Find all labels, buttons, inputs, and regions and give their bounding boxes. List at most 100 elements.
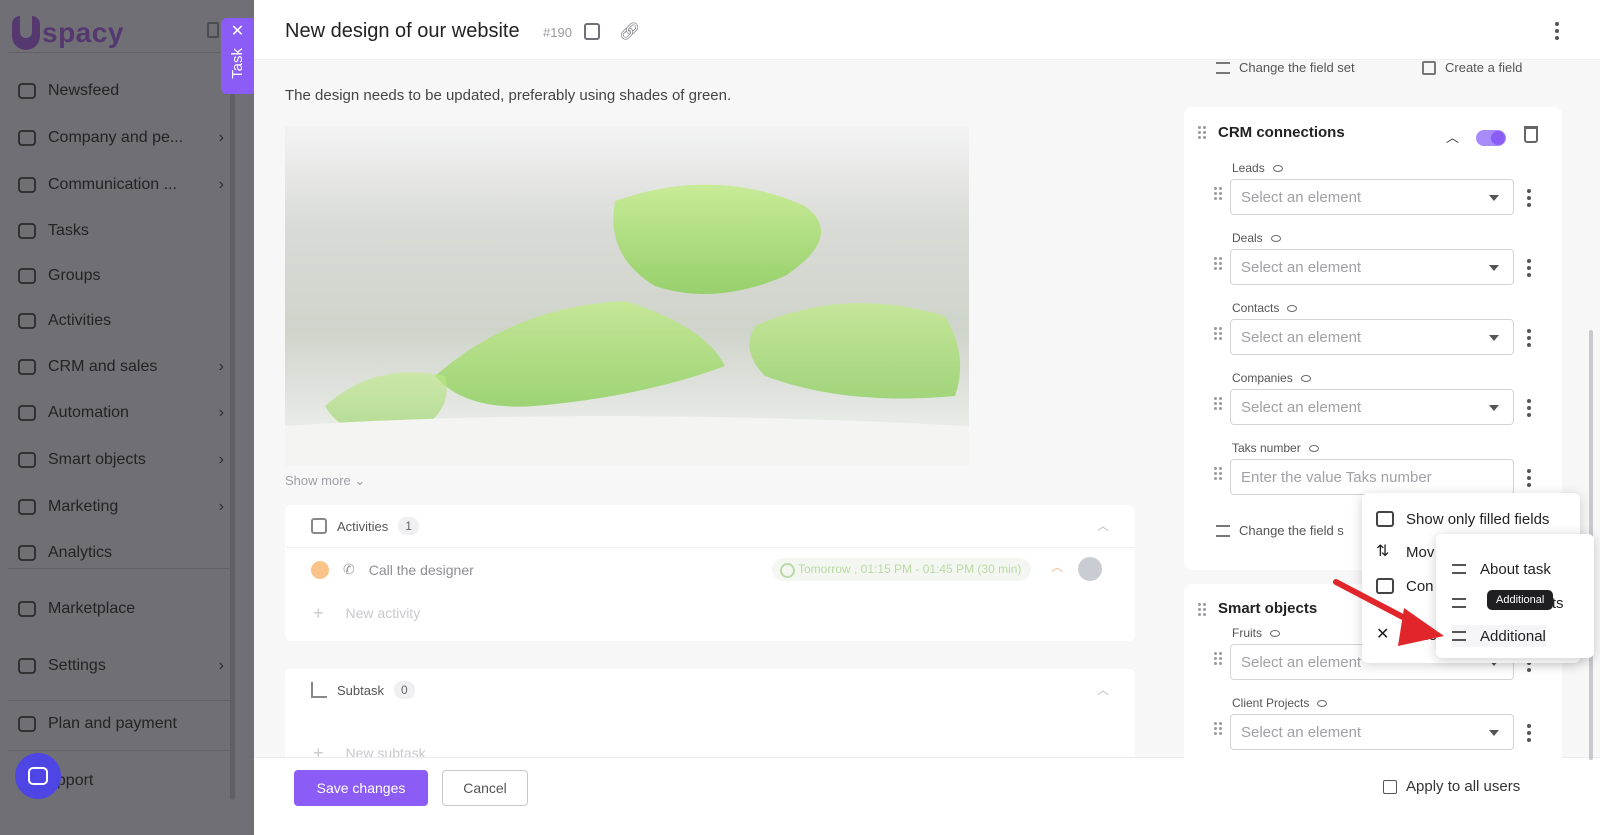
- sidebar-item-communication[interactable]: Communication ... ›: [16, 167, 224, 203]
- sidebar-item-groups[interactable]: Groups: [16, 258, 224, 294]
- sidebar-item-marketing[interactable]: Marketing ›: [16, 489, 224, 525]
- chat-support-button[interactable]: [15, 753, 61, 799]
- task-title[interactable]: New design of our website: [285, 20, 520, 43]
- sidebar-item-label: upport: [48, 772, 94, 789]
- change-field-set-link[interactable]: Change the field set: [1216, 60, 1355, 75]
- activity-status-icon[interactable]: [311, 560, 329, 579]
- placeholder-text: Select an element: [1241, 399, 1362, 416]
- drag-handle-icon[interactable]: [1214, 652, 1224, 666]
- sidebar-item-automation[interactable]: Automation ›: [16, 395, 224, 431]
- create-field-link[interactable]: Create a field: [1422, 60, 1522, 75]
- sidebar-divider: [8, 568, 230, 569]
- section-icon: [1452, 631, 1466, 641]
- field-more-icon[interactable]: [1526, 724, 1532, 742]
- eye-icon[interactable]: [1308, 445, 1319, 453]
- select-dropdown[interactable]: Select an element: [1230, 179, 1514, 215]
- sidebar-item-tasks[interactable]: Tasks: [16, 213, 224, 249]
- copy-icon[interactable]: [584, 23, 600, 40]
- subtask-header[interactable]: Subtask 0 ︿: [285, 669, 1135, 711]
- select-dropdown[interactable]: Select an element: [1230, 249, 1514, 285]
- field-more-icon[interactable]: [1526, 329, 1532, 347]
- avatar[interactable]: [1078, 557, 1102, 581]
- new-activity-row[interactable]: + New activity: [285, 591, 1135, 635]
- eye-icon[interactable]: [1287, 305, 1298, 313]
- drag-handle-icon[interactable]: [1214, 467, 1224, 481]
- text-input[interactable]: Enter the value Taks number: [1230, 459, 1514, 495]
- drag-handle-icon[interactable]: [1198, 603, 1208, 617]
- field-more-icon[interactable]: [1526, 469, 1532, 487]
- drag-handle-icon[interactable]: [1214, 187, 1224, 201]
- sidebar-item-label: Automation: [48, 404, 129, 421]
- move-item[interactable]: ⇅ Mov: [1376, 540, 1434, 564]
- select-dropdown[interactable]: Select an element: [1230, 389, 1514, 425]
- field-more-icon[interactable]: [1526, 399, 1532, 417]
- drag-handle-icon[interactable]: [1198, 126, 1208, 140]
- sidebar-item-activities[interactable]: Activities: [16, 303, 224, 339]
- drag-handle-icon[interactable]: [1214, 722, 1224, 736]
- drag-handle-icon[interactable]: [1214, 327, 1224, 341]
- sidebar-scrollbar[interactable]: [230, 70, 235, 800]
- sidebar-item-crm-and-sales[interactable]: CRM and sales ›: [16, 349, 224, 385]
- sidebar-item-settings[interactable]: Settings ›: [16, 648, 224, 684]
- tooltip: Additional: [1487, 590, 1554, 610]
- activity-row[interactable]: ✆ Call the designer Tomorrow , 01:15 PM …: [285, 547, 1135, 591]
- crm-toggle[interactable]: [1476, 130, 1506, 146]
- select-dropdown[interactable]: Select an element: [1230, 714, 1514, 750]
- eye-icon[interactable]: [1270, 235, 1281, 243]
- sidebar-item-marketplace[interactable]: Marketplace: [16, 591, 224, 627]
- task-side-tab[interactable]: ✕ Task: [221, 18, 254, 94]
- change-field-set-trunc-label: Change the field s: [1239, 523, 1344, 538]
- activity-title[interactable]: Call the designer: [369, 562, 474, 578]
- field-more-icon[interactable]: [1526, 259, 1532, 277]
- field-more-icon[interactable]: [1526, 189, 1532, 207]
- sidebar-item-newsfeed[interactable]: Newsfeed: [16, 73, 224, 109]
- show-only-filled-item[interactable]: Show only filled fields: [1376, 507, 1549, 531]
- gear-icon: [16, 655, 38, 677]
- eye-icon[interactable]: [1300, 375, 1311, 383]
- task-description[interactable]: The design needs to be updated, preferab…: [285, 87, 731, 104]
- drag-handle-icon[interactable]: [1214, 257, 1224, 271]
- pin-icon[interactable]: [207, 22, 219, 38]
- section-icon: [1452, 564, 1466, 574]
- chevron-up-icon[interactable]: ︿: [1097, 517, 1109, 534]
- move-arrows-icon: ⇅: [1376, 543, 1390, 560]
- link-icon[interactable]: 🔗︎: [619, 22, 641, 42]
- chat-bubble-icon: [28, 767, 48, 785]
- aloe-vera-image: [285, 126, 969, 466]
- chevron-down-icon: [1489, 730, 1499, 736]
- save-changes-button[interactable]: Save changes: [294, 770, 428, 806]
- trash-icon[interactable]: [1524, 126, 1538, 143]
- eye-icon[interactable]: [1270, 630, 1280, 638]
- more-options-icon[interactable]: [1554, 22, 1560, 40]
- sidebar-item-label: CRM and sales: [48, 358, 158, 375]
- priority-up-icon: ︿: [1051, 560, 1064, 574]
- select-dropdown[interactable]: Select an element: [1230, 319, 1514, 355]
- sidebar-item-company-and-pe[interactable]: Company and pe... ›: [16, 120, 224, 156]
- drag-handle-icon[interactable]: [1214, 397, 1224, 411]
- eye-icon[interactable]: [1317, 700, 1328, 708]
- sidebar-item-analytics[interactable]: Analytics: [16, 535, 224, 571]
- apply-to-all-label[interactable]: Apply to all users: [1406, 778, 1520, 795]
- cancel-button[interactable]: Cancel: [442, 770, 528, 806]
- crm-connections-title: CRM connections: [1218, 124, 1345, 141]
- about-task-item[interactable]: About task: [1452, 558, 1551, 580]
- sidebar-item-plan-and-payment[interactable]: Plan and payment: [16, 706, 224, 742]
- chevron-right-icon: ›: [218, 657, 224, 674]
- field-set-icon: [1216, 61, 1230, 74]
- chevron-up-icon[interactable]: ︿: [1097, 681, 1109, 698]
- chevron-right-icon: ›: [218, 498, 224, 515]
- placeholder-text: Select an element: [1241, 654, 1362, 671]
- field-label: Companies: [1232, 371, 1311, 385]
- chevron-up-icon[interactable]: ︿: [1446, 127, 1459, 146]
- show-more-link[interactable]: Show more ⌄: [285, 473, 365, 489]
- sidebar-divider: [8, 700, 230, 701]
- eye-icon[interactable]: [1272, 165, 1283, 173]
- close-icon[interactable]: ✕: [231, 24, 244, 40]
- about-task-label: About task: [1480, 560, 1551, 578]
- change-field-set-link-bottom[interactable]: Change the field s: [1216, 523, 1344, 538]
- apply-to-all-checkbox[interactable]: [1383, 780, 1397, 794]
- uspacy-logo[interactable]: spacy: [12, 14, 132, 52]
- activities-header[interactable]: Activities 1 ︿: [285, 505, 1135, 547]
- additional-item[interactable]: Additional: [1452, 625, 1546, 647]
- sidebar-item-smart-objects[interactable]: Smart objects ›: [16, 442, 224, 478]
